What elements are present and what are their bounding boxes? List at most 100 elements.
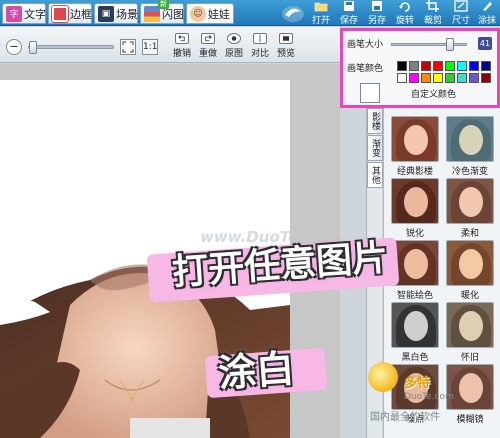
redo-button[interactable]: 重做: [194, 33, 222, 59]
tab-label: 场景: [116, 7, 138, 21]
color-swatch[interactable]: [409, 61, 419, 71]
undo-button[interactable]: 撤销: [168, 33, 196, 59]
compare-button[interactable]: 对比: [246, 33, 274, 59]
preview-icon: [279, 33, 293, 44]
effect-classic-studio[interactable]: 经典影楼: [389, 116, 441, 177]
minus-icon: −: [9, 40, 19, 53]
zoom-slider[interactable]: [28, 41, 114, 54]
color-swatch[interactable]: [481, 73, 491, 83]
effect-warm[interactable]: 暖化: [444, 240, 496, 301]
effect-label: 柔和: [460, 229, 479, 239]
effect-cool-gradient[interactable]: 冷色渐变: [444, 116, 496, 177]
color-swatch[interactable]: [433, 73, 443, 83]
redo-icon: [201, 33, 215, 44]
color-swatch[interactable]: [445, 61, 455, 71]
tab-gradient[interactable]: 渐变: [367, 135, 383, 161]
size-label: 尺寸: [451, 16, 470, 26]
color-swatch[interactable]: [457, 73, 467, 83]
effect-thumb-icon: [446, 302, 494, 348]
effect-label: 模糊镜: [456, 415, 484, 425]
tab-label: 娃娃: [208, 7, 230, 21]
color-swatch[interactable]: [421, 61, 431, 71]
brush-settings-popup: 画笔大小 41 画笔颜色 自定义颜色: [340, 28, 500, 108]
zoom-out-button[interactable]: −: [6, 39, 22, 55]
custom-color-label[interactable]: 自定义颜色: [411, 87, 456, 100]
color-swatch[interactable]: [421, 73, 431, 83]
tab-flash-image[interactable]: 闪图 新: [140, 0, 184, 24]
effect-soft[interactable]: 柔和: [444, 178, 496, 239]
effect-thumb-icon: [446, 116, 494, 162]
top-tab-bar: 字 文字 边框 ▣ 场景 闪图 新 ☺ 娃娃 打开 保存 另存 旋转 裁剪 尺寸…: [0, 0, 500, 26]
custom-color-preview[interactable]: [360, 83, 380, 103]
effects-panel: 经典影楼 冷色渐变 锐化 柔和 智能绘色 暖化 黑白色 怀旧 噪点 模糊镜: [383, 108, 500, 438]
brush-size-label: 画笔大小: [347, 40, 384, 50]
save-icon: [344, 1, 354, 11]
color-swatch[interactable]: [397, 73, 407, 83]
crop-button[interactable]: 裁剪: [420, 0, 446, 26]
tab-scene[interactable]: ▣ 场景: [94, 3, 138, 24]
rotate-button[interactable]: 旋转: [392, 0, 418, 26]
brush-size-slider-thumb[interactable]: [446, 38, 454, 51]
fit-window-button[interactable]: [120, 39, 136, 55]
original-icon: [227, 33, 241, 44]
folder-icon: [314, 2, 328, 12]
effect-thumb-icon: [391, 178, 439, 224]
brush-size-slider[interactable]: [391, 38, 467, 51]
rotate-icon: [399, 2, 410, 12]
tab-frame[interactable]: 边框: [48, 3, 92, 24]
compare-label: 对比: [250, 49, 269, 59]
open-button[interactable]: 打开: [308, 0, 334, 26]
open-label: 打开: [311, 16, 330, 26]
effect-label: 锐化: [405, 229, 424, 239]
compare-icon: [253, 33, 267, 44]
color-swatch[interactable]: [433, 61, 443, 71]
effect-label: 冷色渐变: [451, 167, 488, 177]
color-swatch[interactable]: [457, 61, 467, 71]
color-swatch[interactable]: [397, 61, 407, 71]
tab-other[interactable]: 其他: [367, 162, 383, 188]
brand-logo-icon: [368, 362, 398, 392]
redo-label: 重做: [198, 49, 217, 59]
color-swatch[interactable]: [469, 61, 479, 71]
effect-label: 黑白色: [401, 353, 429, 363]
color-swatch[interactable]: [409, 73, 419, 83]
text-icon: 字: [6, 5, 22, 22]
effect-label: 怀旧: [460, 353, 479, 363]
brush-size-value[interactable]: 41: [478, 37, 492, 50]
color-swatch[interactable]: [481, 61, 491, 71]
color-swatch[interactable]: [445, 73, 455, 83]
tab-text[interactable]: 字 文字: [2, 3, 46, 24]
undo-label: 撤销: [172, 49, 191, 59]
size-button[interactable]: 尺寸: [448, 0, 474, 26]
smear-button[interactable]: 涂抹: [474, 0, 500, 26]
color-swatch[interactable]: [469, 73, 479, 83]
doll-icon: ☺: [190, 5, 206, 22]
app-logo-icon: [280, 0, 306, 26]
effect-sharpen[interactable]: 锐化: [389, 178, 441, 239]
preview-label: 预览: [276, 49, 295, 59]
effect-label: 暖化: [460, 291, 479, 301]
watermark-site: DuoTe.com: [404, 392, 454, 402]
tab-label: 文字: [24, 7, 46, 21]
rotate-label: 旋转: [395, 16, 414, 26]
caption-step2: 涂白: [216, 346, 296, 396]
tab-studio[interactable]: 影楼: [367, 108, 383, 134]
crop-icon: [426, 0, 439, 12]
save-as-button[interactable]: 另存: [364, 0, 390, 26]
save-button[interactable]: 保存: [336, 0, 362, 26]
frame-icon: [51, 4, 69, 23]
brush-icon: [483, 2, 492, 11]
original-button[interactable]: 原图: [220, 33, 248, 59]
actual-size-label: 1:1: [143, 42, 158, 52]
effect-black-white[interactable]: 黑白色: [389, 302, 441, 363]
actual-size-button[interactable]: 1:1: [142, 39, 158, 55]
smear-label: 涂抹: [477, 16, 496, 26]
tab-doll[interactable]: ☺ 娃娃: [186, 3, 234, 24]
watermark-brand: 多特: [404, 376, 431, 391]
zoom-slider-thumb[interactable]: [29, 41, 37, 54]
effect-thumb-icon: [446, 364, 494, 410]
save-label: 保存: [339, 16, 358, 26]
effect-nostalgic[interactable]: 怀旧: [444, 302, 496, 363]
undo-icon: [175, 33, 189, 44]
preview-button[interactable]: 预览: [272, 33, 300, 59]
